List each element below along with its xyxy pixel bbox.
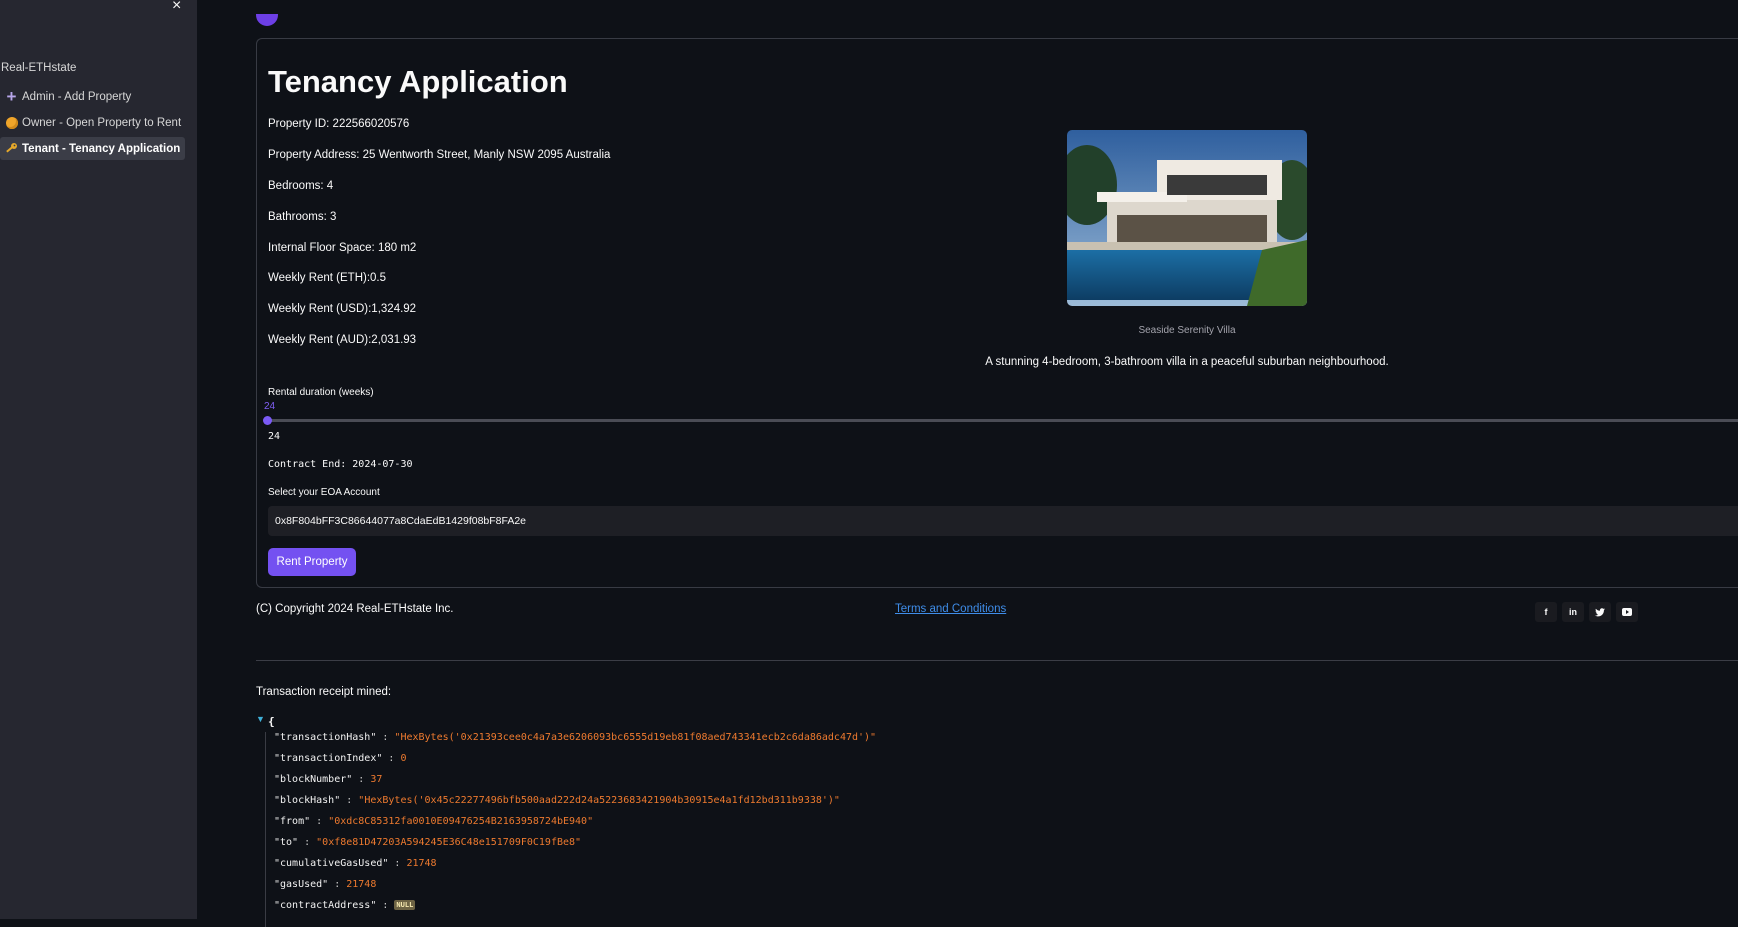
json-row: "from" : "0xdc8C85312fa0010E09476254B216… [274, 816, 594, 827]
twitter-icon[interactable] [1589, 602, 1611, 622]
contract-end: Contract End: 2024-07-30 [268, 459, 413, 470]
sidebar-item-tenant-tenancy-application[interactable]: Tenant - Tenancy Application [0, 137, 185, 160]
json-row: "cumulativeGasUsed" : 21748 [274, 858, 437, 869]
receipt-label: Transaction receipt mined: [256, 686, 392, 698]
sidebar: × Real-ETHstate + Admin - Add Property O… [0, 0, 197, 919]
json-row: "contractAddress" : NULL [274, 900, 416, 911]
rent-property-button[interactable]: Rent Property [268, 548, 356, 576]
json-row: "to" : "0xf8e81D47203A594245E36C48e15170… [274, 837, 582, 848]
close-sidebar-icon[interactable]: × [172, 0, 181, 15]
json-row: "transactionHash" : "HexBytes('0x21393ce… [274, 732, 877, 743]
property-id: Property ID: 222566020576 [268, 118, 410, 130]
json-collapse-icon[interactable]: ▼ [256, 714, 265, 724]
json-row: "blockNumber" : 37 [274, 774, 383, 785]
account-select-label: Select your EOA Account [268, 487, 380, 498]
image-caption: Seaside Serenity Villa [1138, 325, 1236, 336]
property-bathrooms: Bathrooms: 3 [268, 211, 337, 223]
facebook-icon[interactable]: f [1535, 602, 1557, 622]
json-open-brace: { [268, 715, 275, 728]
eoa-account-value: 0x8F804bFF3C86644077a8CdaEdB1429f08bF8FA… [275, 515, 527, 527]
sidebar-app-name: Real-ETHstate [1, 62, 77, 74]
sidebar-item-label: Tenant - Tenancy Application [22, 142, 181, 155]
youtube-icon[interactable] [1616, 602, 1638, 622]
page-title: Tenancy Application [268, 64, 568, 99]
sidebar-item-owner-open-property[interactable]: Owner - Open Property to Rent [0, 111, 185, 134]
divider [256, 660, 1738, 661]
sidebar-nav: + Admin - Add Property Owner - Open Prop… [0, 85, 185, 163]
property-rent-usd: Weekly Rent (USD):1,324.92 [268, 303, 417, 315]
rental-duration-slider-thumb[interactable] [263, 416, 272, 425]
property-bedrooms: Bedrooms: 4 [268, 180, 334, 192]
json-row: "blockHash" : "HexBytes('0x45c22277496bf… [274, 795, 840, 806]
property-image [1067, 130, 1307, 306]
property-rent-eth: Weekly Rent (ETH):0.5 [268, 272, 387, 284]
coin-icon [3, 116, 20, 129]
sidebar-item-label: Owner - Open Property to Rent [22, 116, 182, 129]
rental-duration-slider-track[interactable] [268, 419, 1738, 422]
rental-duration-echo: 24 [268, 431, 281, 442]
plus-icon: + [6, 87, 17, 106]
key-icon [3, 142, 20, 155]
property-rent-aud: Weekly Rent (AUD):2,031.93 [268, 334, 417, 346]
copyright-text: (C) Copyright 2024 Real-ETHstate Inc. [256, 603, 454, 615]
null-badge: NULL [394, 900, 416, 910]
sidebar-item-label: Admin - Add Property [22, 90, 132, 103]
terms-link[interactable]: Terms and Conditions [895, 603, 1006, 615]
header-avatar [256, 14, 278, 26]
json-indent-guide [265, 732, 266, 927]
json-row: "transactionIndex" : 0 [274, 753, 407, 764]
property-address: Property Address: 25 Wentworth Street, M… [268, 149, 611, 161]
slider-value-label: 24 [264, 401, 276, 412]
main-content: Tenancy Application Property ID: 2225660… [197, 0, 1738, 927]
sidebar-item-admin-add-property[interactable]: + Admin - Add Property [0, 85, 185, 108]
linkedin-icon[interactable]: in [1562, 602, 1584, 622]
rental-duration-label: Rental duration (weeks) [268, 387, 374, 398]
eoa-account-select[interactable]: 0x8F804bFF3C86644077a8CdaEdB1429f08bF8FA… [268, 506, 1738, 536]
property-description: A stunning 4-bedroom, 3-bathroom villa i… [985, 356, 1389, 368]
property-floor-space: Internal Floor Space: 180 m2 [268, 242, 417, 254]
json-row: "gasUsed" : 21748 [274, 879, 377, 890]
json-receipt-viewer: "transactionHash" : "HexBytes('0x21393ce… [256, 732, 1696, 927]
